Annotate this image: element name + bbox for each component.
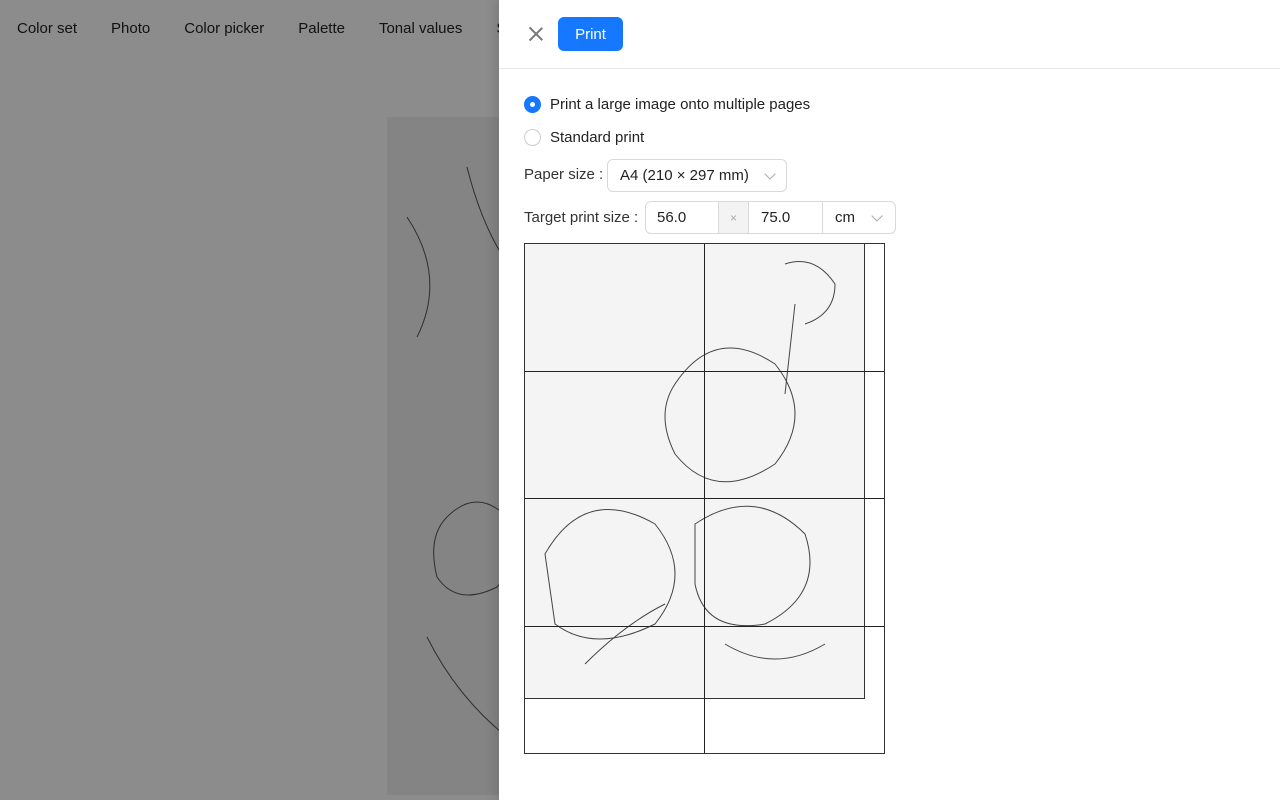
print-drawer: Print Print a large image onto multiple … [499, 0, 1280, 800]
unit-select[interactable]: cm [823, 202, 895, 233]
paper-size-select[interactable]: A4 (210 × 297 mm) [607, 159, 787, 192]
page-divider [525, 371, 884, 372]
radio-checked-icon [524, 96, 541, 113]
width-input[interactable]: 56.0 [646, 209, 718, 226]
close-icon[interactable] [527, 25, 545, 43]
chevron-down-icon [871, 210, 883, 222]
radio-standard-print[interactable]: Standard print [524, 129, 644, 146]
print-preview [524, 243, 885, 754]
radio-multiple-pages[interactable]: Print a large image onto multiple pages [524, 96, 810, 113]
page-divider [525, 626, 884, 627]
page-divider [525, 498, 884, 499]
paper-size-value: A4 (210 × 297 mm) [620, 167, 749, 184]
preview-sketch-image [525, 244, 865, 699]
unit-value: cm [835, 209, 855, 226]
paper-size-label: Paper size : [524, 166, 604, 183]
radio-label: Print a large image onto multiple pages [550, 96, 811, 113]
target-size-label: Target print size : [524, 209, 639, 226]
height-input[interactable]: 75.0 [749, 202, 823, 233]
times-separator: × [718, 202, 749, 233]
chevron-down-icon [764, 168, 776, 180]
target-size-group: 56.0 × 75.0 cm [645, 201, 896, 234]
print-button[interactable]: Print [558, 17, 623, 51]
radio-unchecked-icon [524, 129, 541, 146]
radio-label: Standard print [550, 129, 645, 146]
